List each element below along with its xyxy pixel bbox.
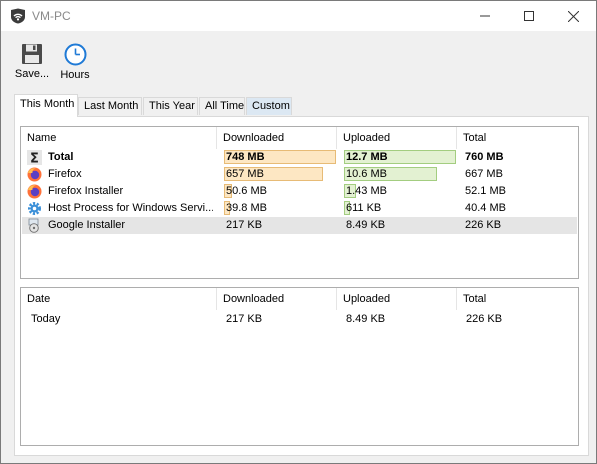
total-cell: 667 MB (465, 168, 503, 180)
close-icon (567, 10, 579, 22)
minimize-button[interactable] (462, 1, 508, 31)
title-bar[interactable]: VM-PC (1, 1, 596, 31)
row-name: Host Process for Windows Servi... (48, 202, 213, 214)
maximize-icon (524, 11, 534, 21)
downloaded-cell: 39.8 MB (224, 201, 267, 215)
total-cell: 226 KB (466, 313, 503, 325)
tab-this-year[interactable]: This Year (143, 97, 198, 115)
downloaded-cell: 748 MB (224, 149, 338, 166)
table-row-firefox[interactable]: Firefox 657 MB 10.6 MB 667 MB (22, 166, 577, 183)
column-header-total[interactable]: Total (457, 127, 578, 149)
row-name: Firefox Installer (48, 185, 124, 197)
clock-icon (64, 43, 86, 66)
downloaded-cell: 50.6 MB (224, 184, 267, 198)
column-header-name[interactable]: Name (21, 127, 217, 149)
downloaded-cell: 657 MB (224, 166, 338, 183)
total-cell: 760 MB (465, 151, 504, 163)
tab-all-time[interactable]: All Time (199, 97, 245, 115)
table-row-today[interactable]: Today 217 KB 8.49 KB 226 KB (22, 311, 577, 328)
column-header-total[interactable]: Total (457, 288, 578, 310)
total-cell: 52.1 MB (465, 185, 506, 197)
uploaded-cell: 1.43 MB (344, 184, 387, 198)
svg-text:Σ: Σ (30, 152, 39, 166)
uploaded-cell: 10.6 MB (344, 166, 458, 183)
shield-wifi-icon (11, 8, 25, 24)
downloaded-cell: 217 KB (226, 219, 263, 231)
total-cell: 226 KB (465, 219, 502, 231)
column-header-downloaded[interactable]: Downloaded (217, 288, 337, 310)
sigma-icon: Σ (27, 150, 42, 165)
firefox-icon (27, 167, 42, 182)
window-title: VM-PC (32, 9, 71, 23)
uploaded-cell: 8.49 KB (346, 313, 386, 325)
date-cell: Today (31, 313, 61, 325)
date-usage-list[interactable]: Date Downloaded Uploaded Total Today 217… (20, 287, 579, 446)
total-cell: 40.4 MB (465, 202, 506, 214)
tab-last-month[interactable]: Last Month (78, 97, 142, 115)
table-row-host-process[interactable]: Host Process for Windows Servi... 39.8 M… (22, 200, 577, 217)
row-name: Google Installer (48, 219, 126, 231)
tab-this-month[interactable]: This Month (14, 94, 78, 117)
uploaded-cell: 12.7 MB (344, 149, 458, 166)
row-name: Total (48, 151, 74, 163)
tab-custom[interactable]: Custom (246, 97, 292, 115)
save-button[interactable]: Save... (12, 43, 52, 80)
firefox-icon (27, 184, 42, 199)
app-usage-list[interactable]: Name Downloaded Uploaded Total Σ Total 7… (20, 126, 579, 279)
table-row-total[interactable]: Σ Total 748 MB 12.7 MB 760 MB (22, 149, 577, 166)
floppy-disk-icon (22, 44, 42, 64)
save-label: Save... (14, 68, 50, 80)
table-row-firefox-installer[interactable]: Firefox Installer 50.6 MB 1.43 MB 52.1 M… (22, 183, 577, 200)
downloaded-cell: 217 KB (226, 313, 263, 325)
app-window: VM-PC Save... Hours This Month Last Mont… (0, 0, 597, 464)
maximize-button[interactable] (506, 1, 552, 31)
column-header-uploaded[interactable]: Uploaded (337, 127, 457, 149)
uploaded-cell: 8.49 KB (346, 219, 386, 231)
column-header-uploaded[interactable]: Uploaded (337, 288, 457, 310)
column-header-date[interactable]: Date (21, 288, 217, 310)
gear-icon (28, 202, 41, 215)
hours-button[interactable]: Hours (57, 43, 93, 81)
uploaded-cell: 611 KB (344, 201, 382, 215)
close-button[interactable] (550, 1, 596, 31)
row-name: Firefox (48, 168, 82, 180)
minimize-icon (480, 15, 490, 17)
hours-label: Hours (60, 69, 90, 81)
table-row-google-installer[interactable]: Google Installer 217 KB 8.49 KB 226 KB (22, 217, 577, 234)
date-usage-header: Date Downloaded Uploaded Total (21, 288, 578, 310)
installer-icon (28, 218, 39, 233)
app-usage-header: Name Downloaded Uploaded Total (21, 127, 578, 149)
column-header-downloaded[interactable]: Downloaded (217, 127, 337, 149)
